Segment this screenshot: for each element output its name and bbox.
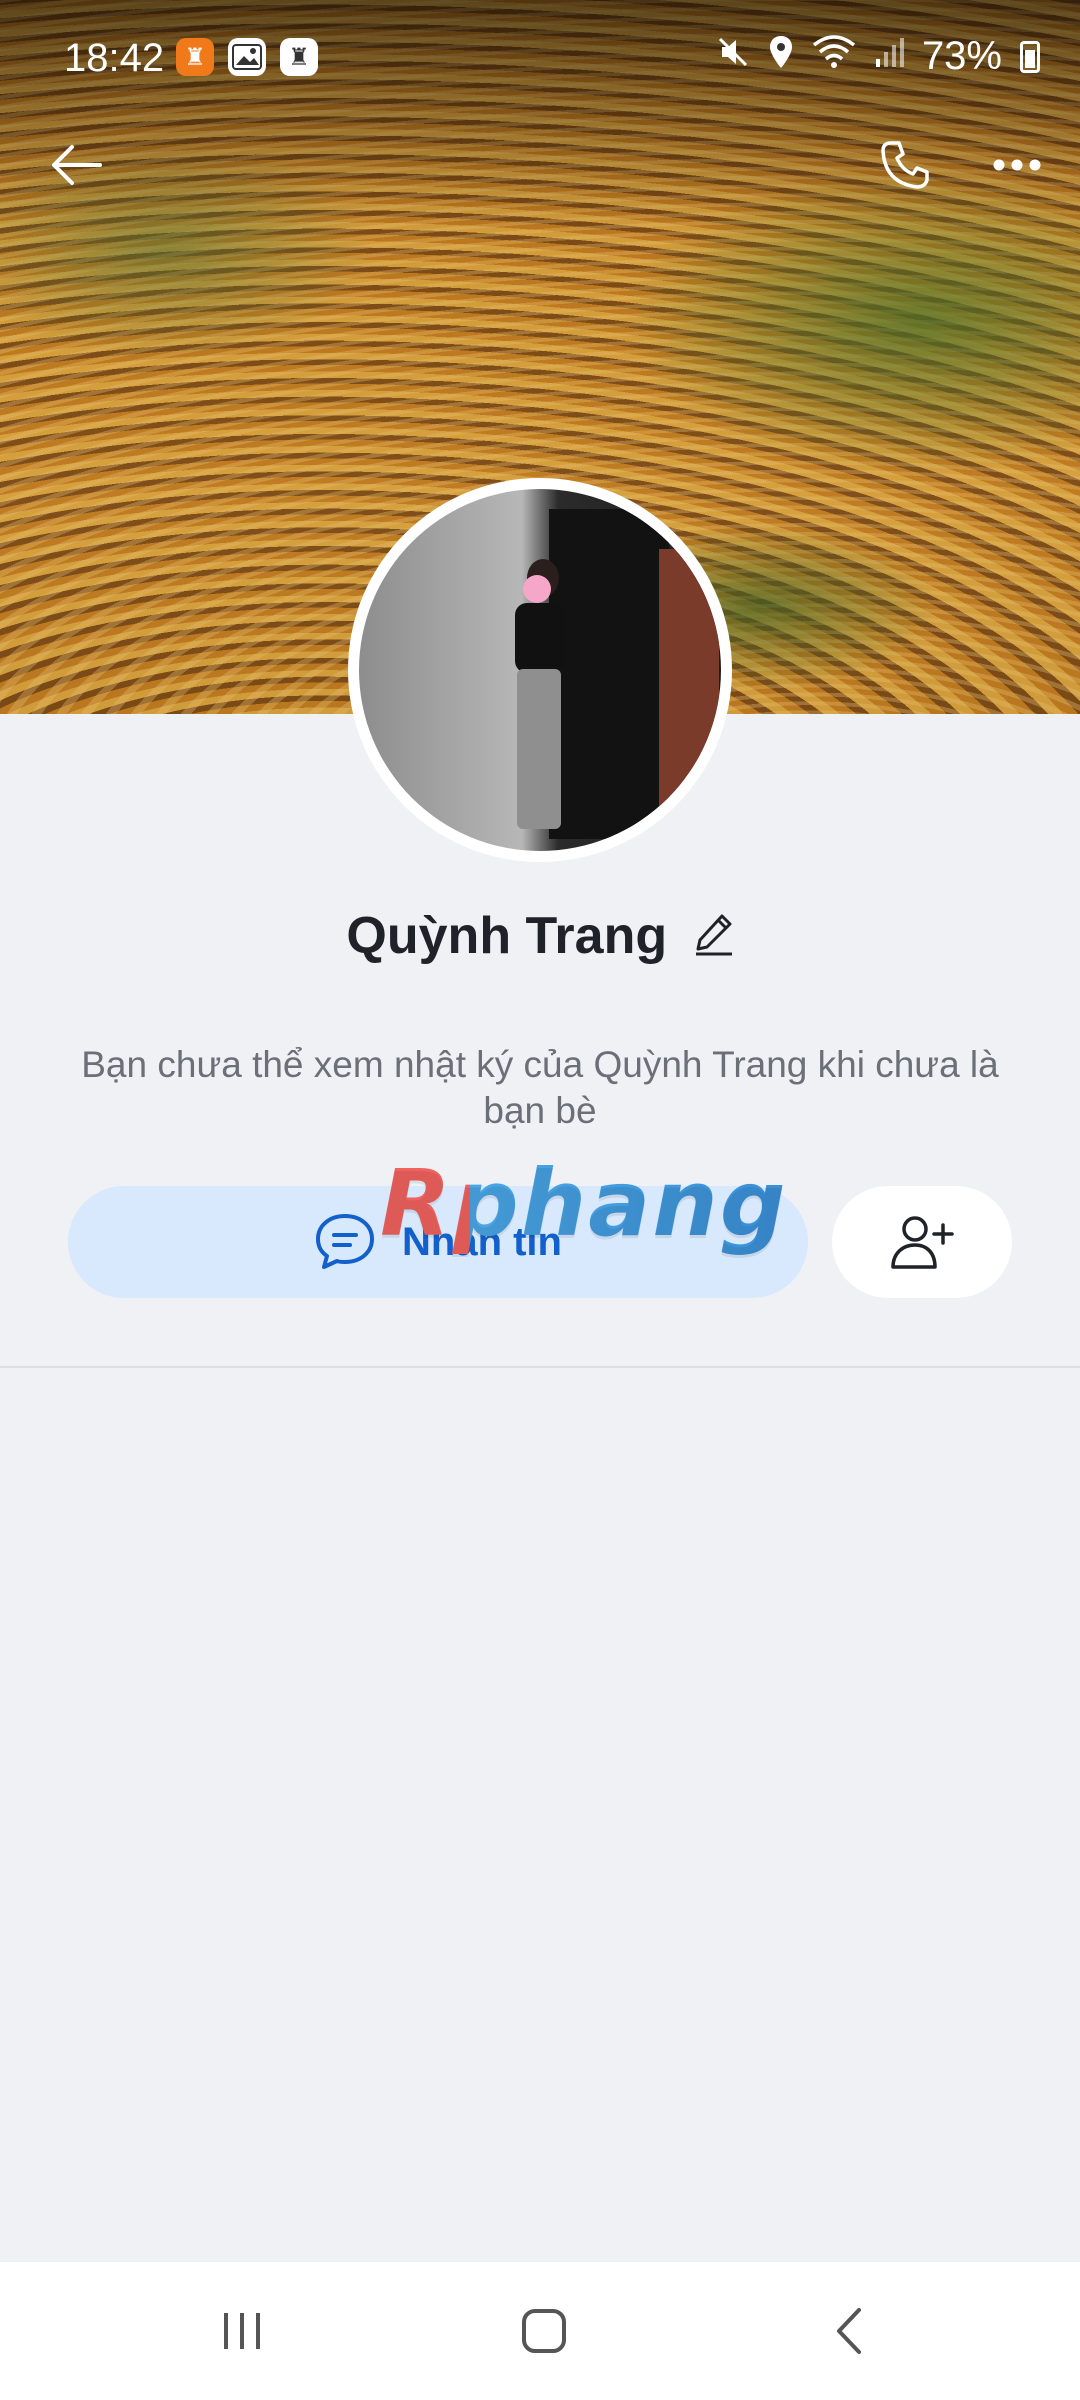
more-options-button[interactable]: [972, 120, 1062, 210]
location-icon: [768, 34, 794, 79]
back-arrow-icon: [52, 145, 102, 185]
gallery-icon: [228, 38, 266, 76]
mute-icon: [716, 34, 750, 79]
phone-icon: [881, 141, 929, 189]
more-dots-icon: [993, 159, 1041, 171]
chevron-left-icon: [837, 2308, 861, 2354]
status-right-icons: 73%: [716, 34, 1040, 79]
recent-apps-icon: [224, 2313, 260, 2349]
status-notification-icons: ♜ ♜: [176, 38, 318, 76]
add-friend-button[interactable]: [832, 1186, 1012, 1298]
profile-top-nav: [0, 120, 1080, 210]
profile-avatar[interactable]: [348, 478, 732, 862]
status-bar: 18:42 ♜ ♜ 73%: [0, 0, 1080, 120]
avatar-photo: [359, 489, 721, 851]
system-navigation-bar: [0, 2262, 1080, 2400]
home-icon: [522, 2309, 566, 2353]
wifi-icon: [812, 34, 856, 79]
notification-app-icon: ♜: [280, 38, 318, 76]
recent-apps-button[interactable]: [182, 2296, 302, 2366]
system-back-button[interactable]: [788, 2296, 908, 2366]
profile-name: Quỳnh Trang: [346, 907, 668, 965]
privacy-note: Bạn chưa thể xem nhật ký của Quỳnh Trang…: [81, 1044, 999, 1131]
section-divider: [0, 1366, 1080, 1368]
back-button[interactable]: [32, 120, 122, 210]
add-friend-icon: [891, 1216, 954, 1269]
battery-icon: [1020, 40, 1040, 73]
name-row: Quỳnh Trang: [0, 906, 1080, 966]
chat-bubble-icon: [316, 1214, 374, 1269]
home-button[interactable]: [484, 2296, 604, 2366]
watermark-logo: Rphang: [380, 1150, 788, 1257]
status-time: 18:42: [64, 36, 165, 80]
edit-pencil-icon[interactable]: [694, 912, 734, 961]
notification-app-icon: ♜: [176, 38, 214, 76]
signal-icon: [874, 34, 904, 79]
battery-percent: 73%: [921, 34, 1002, 78]
call-button[interactable]: [860, 120, 950, 210]
